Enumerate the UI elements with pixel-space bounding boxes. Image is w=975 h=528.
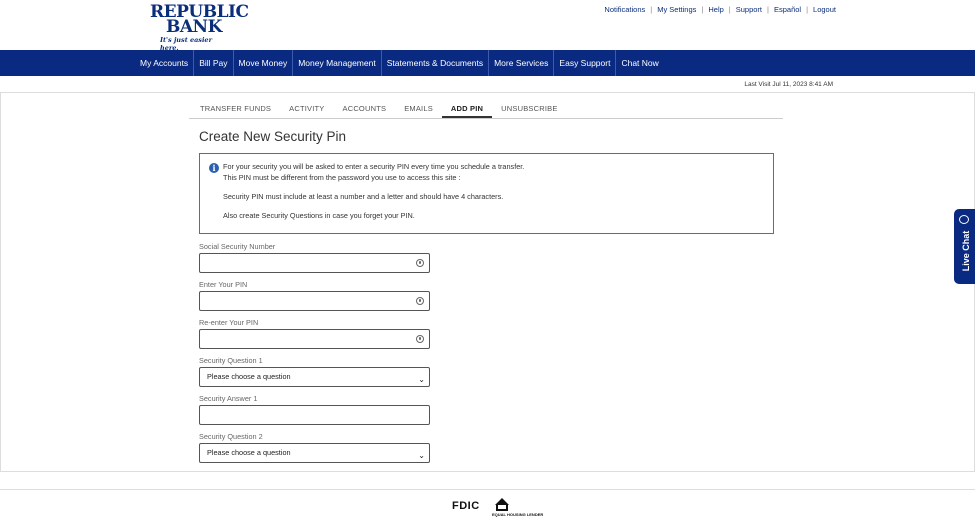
site-header: REPUBLIC BANK It's just easier here. Not… <box>0 0 975 53</box>
ehl-label: EQUAL HOUSING LENDER <box>492 512 544 517</box>
republic-bank-logo[interactable]: REPUBLIC BANK It's just easier here. <box>150 4 249 53</box>
tab-add-pin[interactable]: ADD PIN <box>441 100 493 118</box>
logout-link[interactable]: Logout <box>813 5 836 14</box>
question2-select[interactable]: Please choose a question ⌄ <box>199 443 430 463</box>
question2-value: Please choose a question <box>207 448 291 457</box>
help-link[interactable]: Help <box>708 5 723 14</box>
tab-activity[interactable]: ACTIVITY <box>280 100 333 118</box>
ssn-label: Social Security Number <box>199 242 276 251</box>
separator: | <box>650 5 653 14</box>
question2-label: Security Question 2 <box>199 432 263 441</box>
support-link[interactable]: Support <box>736 5 762 14</box>
equal-housing-lender-icon: EQUAL HOUSING LENDER <box>492 498 543 518</box>
question1-select[interactable]: Please choose a question ⌄ <box>199 367 430 387</box>
question1-label: Security Question 1 <box>199 356 263 365</box>
site-footer <box>0 489 975 528</box>
separator: | <box>767 5 769 14</box>
info-line1: For your security you will be asked to e… <box>223 162 525 171</box>
live-chat-label: Live Chat <box>961 230 971 272</box>
info-line4: Also create Security Questions in case y… <box>223 211 415 220</box>
answer1-label: Security Answer 1 <box>199 394 258 403</box>
info-line3: Security PIN must include at least a num… <box>223 192 504 201</box>
tab-accounts[interactable]: ACCOUNTS <box>334 100 396 118</box>
pin-input[interactable] <box>199 291 430 311</box>
info-line2: This PIN must be different from the pass… <box>223 173 461 182</box>
content-frame <box>0 92 975 472</box>
nav-chat-now[interactable]: Chat Now <box>616 50 663 76</box>
info-box: i For your security you will be asked to… <box>199 153 774 234</box>
nav-statements-documents[interactable]: Statements & Documents <box>382 50 490 76</box>
show-password-icon[interactable] <box>416 297 424 305</box>
nav-my-accounts[interactable]: My Accounts <box>135 50 195 76</box>
tab-emails[interactable]: EMAILS <box>395 100 442 118</box>
repin-label: Re-enter Your PIN <box>199 318 259 327</box>
nav-bill-pay[interactable]: Bill Pay <box>194 50 234 76</box>
utility-links: Notifications | My Settings | Help | Suppor… <box>604 5 836 14</box>
house-body <box>496 505 508 511</box>
answer1-input[interactable] <box>199 405 430 425</box>
separator: | <box>806 5 809 14</box>
show-password-icon[interactable] <box>416 259 424 267</box>
separator: | <box>701 5 704 14</box>
separator: | <box>728 5 731 14</box>
info-icon: i <box>209 163 219 173</box>
sub-tabs: TRANSFER FUNDS ACTIVITY ACCOUNTS EMAILS … <box>189 100 783 119</box>
nav-money-management[interactable]: Money Management <box>293 50 382 76</box>
content-frame-border <box>0 93 975 471</box>
nav-move-money[interactable]: Move Money <box>234 50 294 76</box>
main-nav: My Accounts Bill Pay Move Money Money Ma… <box>0 50 975 76</box>
house-roof <box>495 498 509 505</box>
tab-transfer-funds[interactable]: TRANSFER FUNDS <box>189 100 280 118</box>
chevron-down-icon: ⌄ <box>418 451 425 460</box>
pin-label: Enter Your PIN <box>199 280 248 289</box>
my-settings-link[interactable]: My Settings <box>657 5 696 14</box>
espanol-link[interactable]: Español <box>774 5 801 14</box>
live-chat-button[interactable]: Live Chat <box>954 209 975 284</box>
logo-line2: BANK <box>166 17 222 37</box>
chevron-down-icon: ⌄ <box>418 375 425 384</box>
nav-easy-support[interactable]: Easy Support <box>554 50 617 76</box>
repin-input[interactable] <box>199 329 430 349</box>
fdic-logo: FDIC <box>452 500 480 512</box>
last-visit-text: Last Visit Jul 11, 2023 8:41 AM <box>744 81 833 88</box>
show-password-icon[interactable] <box>416 335 424 343</box>
ssn-input[interactable] <box>199 253 430 273</box>
tab-unsubscribe[interactable]: UNSUBSCRIBE <box>492 100 566 118</box>
notifications-link[interactable]: Notifications <box>604 5 645 14</box>
page-title: Create New Security Pin <box>199 129 347 144</box>
nav-more-services[interactable]: More Services <box>489 50 555 76</box>
question1-value: Please choose a question <box>207 372 291 381</box>
